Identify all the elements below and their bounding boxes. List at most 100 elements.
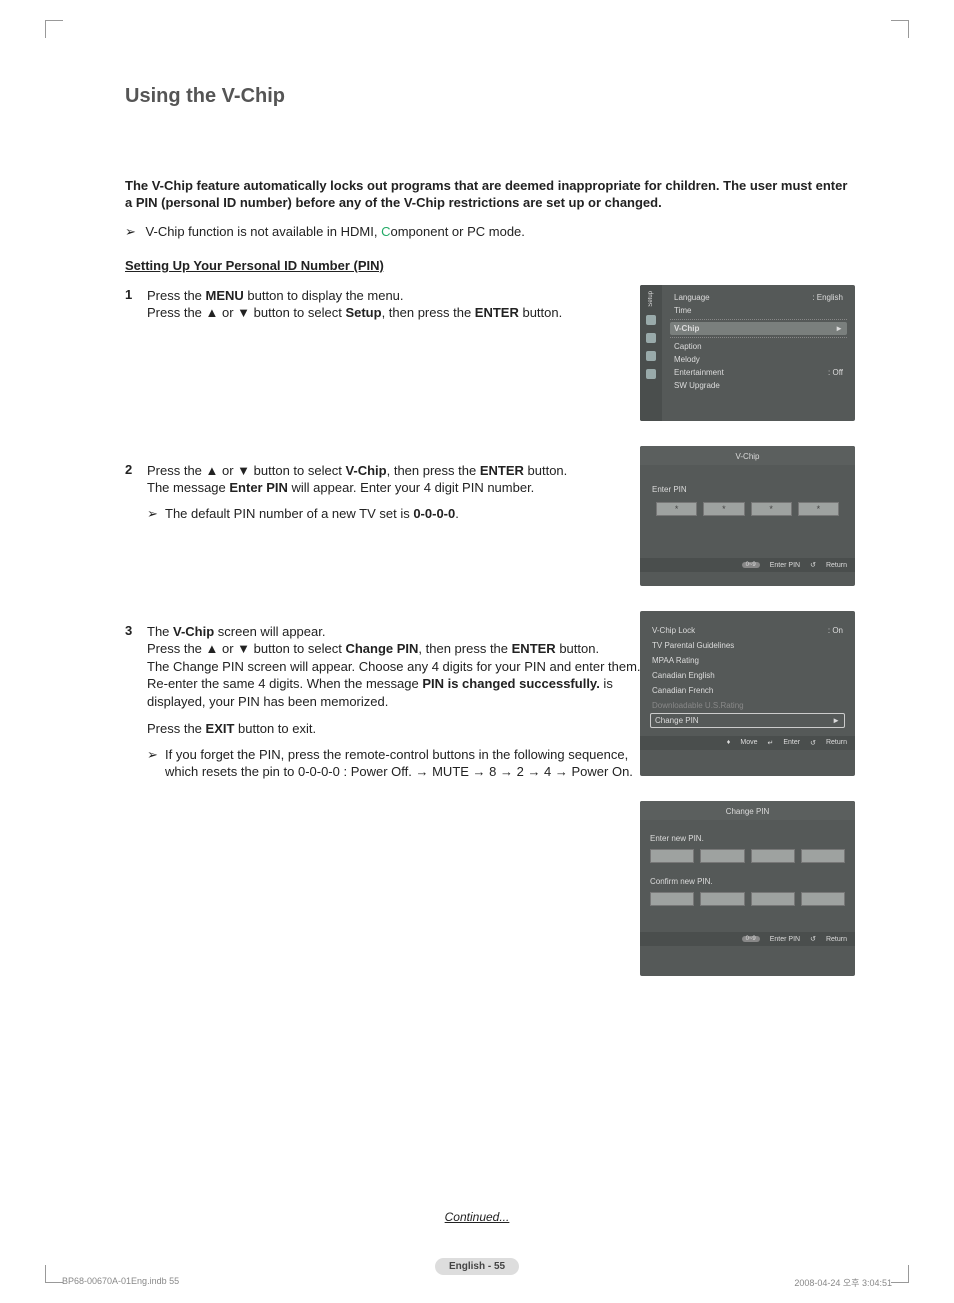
t: Change PIN <box>345 641 418 656</box>
chevron-right-icon: ► <box>835 324 843 333</box>
t: Move <box>740 739 757 747</box>
t: button. <box>524 463 567 478</box>
t: V-Chip <box>345 463 386 478</box>
screen-title: Change PIN <box>640 801 855 820</box>
t: Press the <box>147 721 206 736</box>
k: V-Chip Lock <box>652 626 695 635</box>
t: Setup <box>345 305 381 320</box>
k: V-Chip <box>674 324 699 333</box>
t: will appear. Enter your 4 digit PIN numb… <box>288 480 534 495</box>
t: ENTER <box>475 305 519 320</box>
k: Downloadable U.S.Rating <box>652 701 744 710</box>
menu-row: Melody <box>670 353 847 366</box>
keypad-hint: 0~9 <box>742 936 760 942</box>
list-area: V-Chip Lock : On TV Parental Guidelines M… <box>640 611 855 736</box>
page-number-pill: English - 55 <box>0 1256 954 1274</box>
step-number: 3 <box>125 623 147 781</box>
note-text-pre: V-Chip function is not available in HDMI… <box>146 224 382 239</box>
screenshot-change-pin: Change PIN Enter new PIN. Confirm new PI… <box>640 801 855 976</box>
list-row: V-Chip Lock : On <box>650 623 845 638</box>
note-text-post: omponent or PC mode. <box>390 224 524 239</box>
screen-footer: 0~9 Enter PIN ↺ Return <box>640 558 855 572</box>
t: screen will appear. <box>214 624 325 639</box>
arrow-icon: ➢ <box>125 224 136 240</box>
move-icon: ♦ <box>727 739 731 747</box>
k: MPAA Rating <box>652 656 699 665</box>
list-row: MPAA Rating <box>650 653 845 668</box>
v: : On <box>828 626 843 635</box>
pin-digit: * <box>656 502 697 516</box>
menu-list: Language : English Time V-Chip ► Caption M… <box>662 285 855 421</box>
list-row: TV Parental Guidelines <box>650 638 845 653</box>
pin-digit: * <box>703 502 744 516</box>
t: V-Chip <box>173 624 214 639</box>
v: : Off <box>828 368 843 377</box>
footer-timestamp: 2008-04-24 오후 3:04:51 <box>794 1276 892 1289</box>
t: 0-0-0-0 <box>413 506 455 521</box>
footer-text: Return <box>826 936 847 943</box>
separator <box>670 337 847 338</box>
t: , then press the <box>418 641 511 656</box>
footer-text: Return <box>826 562 847 569</box>
sub-note: ➢ The default PIN number of a new TV set… <box>147 505 647 523</box>
pin-digit: * <box>751 502 792 516</box>
menu-row: SW Upgrade <box>670 379 847 392</box>
t: MENU <box>206 288 244 303</box>
sidebar-icon <box>646 369 656 379</box>
v: : English <box>812 293 843 302</box>
page-number: English - 55 <box>435 1258 519 1275</box>
arrow-icon: ➢ <box>147 505 158 523</box>
separator <box>670 319 847 320</box>
t: button. <box>556 641 599 656</box>
sidebar-icon <box>646 315 656 325</box>
pin-label: Enter PIN <box>652 485 843 494</box>
k: Change PIN <box>655 716 699 725</box>
k: Caption <box>674 342 702 351</box>
pin-digit <box>700 849 744 863</box>
menu-row: Time <box>670 304 847 317</box>
pin-boxes: * * * * <box>652 502 843 516</box>
change-pin-body: Enter new PIN. Confirm new PIN. <box>640 820 855 914</box>
crop-mark <box>45 20 63 38</box>
t: Press the ▲ or ▼ button to select <box>147 463 345 478</box>
step-number: 2 <box>125 462 147 523</box>
pin-digit <box>700 892 744 906</box>
k: Melody <box>674 355 700 364</box>
footer-filename: BP68-00670A-01Eng.indb 55 <box>62 1276 179 1286</box>
footer-text: Enter PIN <box>770 936 800 943</box>
screen-title: V-Chip <box>640 446 855 465</box>
pin-digit <box>650 892 694 906</box>
page-title: Using the V-Chip <box>125 85 855 108</box>
menu-row: Caption <box>670 340 847 353</box>
k: SW Upgrade <box>674 381 720 390</box>
screen-footer: 0~9 Enter PIN ↺ Return <box>640 932 855 946</box>
k: TV Parental Guidelines <box>652 641 734 650</box>
pin-digit <box>751 849 795 863</box>
label: Confirm new PIN. <box>650 877 845 886</box>
k: Language <box>674 293 710 302</box>
t: , then press the <box>382 305 475 320</box>
t: Press the ▲ or ▼ button to select <box>147 305 345 320</box>
sub-note: ➢ If you forget the PIN, press the remot… <box>147 746 647 781</box>
t: ENTER <box>512 641 556 656</box>
t: ENTER <box>480 463 524 478</box>
step-body: Press the ▲ or ▼ button to select V-Chip… <box>147 462 647 523</box>
menu-row: Language : English <box>670 291 847 304</box>
t: . <box>455 506 459 521</box>
return-icon: ↺ <box>810 561 816 569</box>
crop-mark <box>891 20 909 38</box>
t: Press the <box>147 288 206 303</box>
tv-screens-column: Setup Language: English Time V-Chip► Cap… <box>640 285 855 1001</box>
keypad-hint: 0~9 <box>742 562 760 568</box>
section-heading: Setting Up Your Personal ID Number (PIN) <box>125 258 855 273</box>
continued-text: Continued... <box>0 1210 954 1224</box>
return-icon: ↺ <box>810 739 816 747</box>
menu-row-highlight: V-Chip ► <box>670 322 847 335</box>
page-content: Using the V-Chip The V-Chip feature auto… <box>125 85 855 781</box>
step-body: Press the MENU button to display the men… <box>147 287 647 322</box>
return-icon: ↺ <box>810 935 816 943</box>
t: button to exit. <box>234 721 316 736</box>
t: Enter <box>783 739 800 747</box>
t: PIN is changed successfully. <box>422 676 600 691</box>
pin-digit <box>650 849 694 863</box>
